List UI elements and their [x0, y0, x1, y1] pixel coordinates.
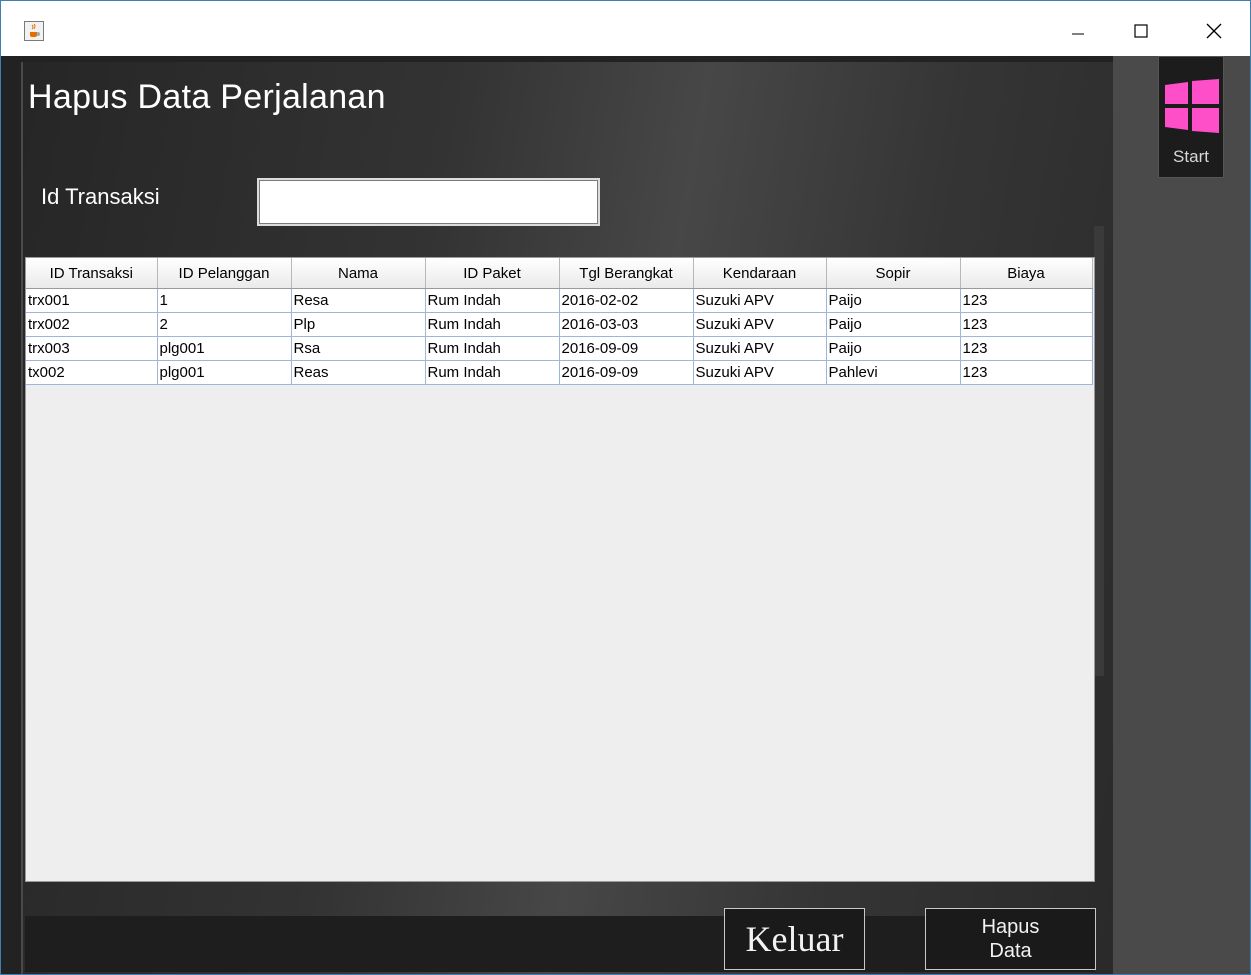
table-header-row: ID Transaksi ID Pelanggan Nama ID Paket … [26, 258, 1093, 289]
table-cell[interactable]: Pahlevi [826, 360, 961, 385]
column-header-nama[interactable]: Nama [291, 258, 426, 289]
maximize-icon [1134, 24, 1148, 38]
minimize-button[interactable] [1055, 13, 1101, 49]
table-cell[interactable]: Plp [291, 312, 426, 337]
table-cell[interactable]: Suzuki APV [693, 336, 827, 361]
column-header-biaya[interactable]: Biaya [960, 258, 1093, 289]
page-title: Hapus Data Perjalanan [28, 78, 386, 116]
title-bar[interactable] [1, 1, 1250, 56]
content-area: Start Hapus Data Perjalanan Id Transaksi… [1, 56, 1250, 974]
table-cell[interactable]: 123 [960, 288, 1093, 313]
java-cup-icon[interactable] [24, 21, 44, 41]
column-header-id-transaksi[interactable]: ID Transaksi [26, 258, 158, 289]
table-cell[interactable]: 123 [960, 360, 1093, 385]
table-cell[interactable]: Paijo [826, 288, 961, 313]
minimize-icon [1072, 33, 1084, 35]
table-cell[interactable]: 123 [960, 336, 1093, 361]
close-button[interactable] [1191, 13, 1237, 49]
table-cell[interactable]: Rum Indah [425, 312, 560, 337]
table-cell[interactable]: Reas [291, 360, 426, 385]
column-header-kendaraan[interactable]: Kendaraan [693, 258, 827, 289]
table-cell[interactable]: trx001 [26, 288, 158, 313]
table-cell[interactable]: Resa [291, 288, 426, 313]
panel-divider [1094, 226, 1104, 676]
table-cell[interactable]: 2016-09-09 [559, 360, 694, 385]
column-header-tgl-berangkat[interactable]: Tgl Berangkat [559, 258, 694, 289]
id-transaksi-label: Id Transaksi [41, 184, 160, 209]
table-cell[interactable]: 2016-03-03 [559, 312, 694, 337]
app-window: Start Hapus Data Perjalanan Id Transaksi… [0, 0, 1251, 975]
hapus-data-button[interactable]: Hapus Data [925, 908, 1096, 970]
table-cell[interactable]: 2016-02-02 [559, 288, 694, 313]
table-row[interactable]: trx003 plg001 Rsa Rum Indah 2016-09-09 S… [26, 336, 1093, 361]
column-header-id-paket[interactable]: ID Paket [425, 258, 560, 289]
table-row[interactable]: trx001 1 Resa Rum Indah 2016-02-02 Suzuk… [26, 288, 1093, 313]
table-cell[interactable]: Suzuki APV [693, 360, 827, 385]
table-cell[interactable]: tx002 [26, 360, 158, 385]
windows-logo-icon [1165, 79, 1219, 133]
maximize-button[interactable] [1118, 13, 1164, 49]
table-cell[interactable]: plg001 [157, 360, 292, 385]
table-cell[interactable]: 1 [157, 288, 292, 313]
right-sidebar [1113, 56, 1250, 974]
table-cell[interactable]: Rum Indah [425, 360, 560, 385]
transaction-table[interactable]: ID Transaksi ID Pelanggan Nama ID Paket … [25, 257, 1095, 882]
table-cell[interactable]: Rum Indah [425, 336, 560, 361]
table-cell[interactable]: 123 [960, 312, 1093, 337]
table-row[interactable]: trx002 2 Plp Rum Indah 2016-03-03 Suzuki… [26, 312, 1093, 337]
table-cell[interactable]: Suzuki APV [693, 288, 827, 313]
table-cell[interactable]: trx002 [26, 312, 158, 337]
id-transaksi-input[interactable] [257, 178, 600, 226]
table-cell[interactable]: trx003 [26, 336, 158, 361]
column-header-id-pelanggan[interactable]: ID Pelanggan [157, 258, 292, 289]
table-row[interactable]: tx002 plg001 Reas Rum Indah 2016-09-09 S… [26, 360, 1093, 385]
start-tile[interactable]: Start [1158, 56, 1224, 178]
hapus-data-label-line1: Hapus [981, 916, 1040, 938]
start-label: Start [1173, 147, 1209, 166]
keluar-button[interactable]: Keluar [724, 908, 865, 970]
hapus-data-label-line2: Data [989, 940, 1032, 962]
table-cell[interactable]: Paijo [826, 336, 961, 361]
column-header-sopir[interactable]: Sopir [826, 258, 961, 289]
table-cell[interactable]: Rsa [291, 336, 426, 361]
table-cell[interactable]: Paijo [826, 312, 961, 337]
data-grid: ID Transaksi ID Pelanggan Nama ID Paket … [26, 258, 1093, 385]
table-cell[interactable]: plg001 [157, 336, 292, 361]
table-cell[interactable]: 2 [157, 312, 292, 337]
table-cell[interactable]: Rum Indah [425, 288, 560, 313]
close-icon [1206, 23, 1222, 39]
table-cell[interactable]: 2016-09-09 [559, 336, 694, 361]
table-cell[interactable]: Suzuki APV [693, 312, 827, 337]
